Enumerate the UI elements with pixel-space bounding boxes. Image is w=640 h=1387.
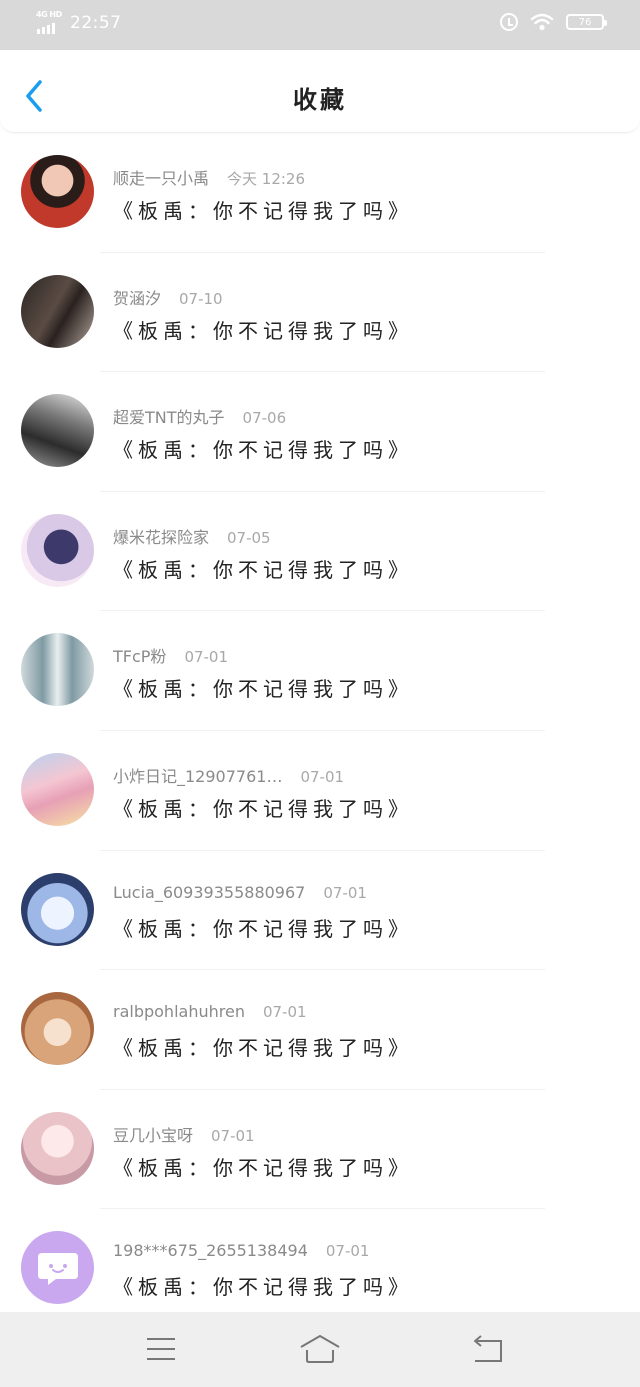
- battery-level: 76: [578, 16, 592, 28]
- wifi-icon: [530, 13, 554, 31]
- user-name[interactable]: 豆几小宝呀: [113, 1126, 193, 1145]
- post-date: 07-06: [242, 409, 287, 428]
- user-name[interactable]: 贺涵汐: [113, 289, 161, 308]
- avatar[interactable]: [21, 992, 94, 1066]
- list-item[interactable]: 豆几小宝呀 07-01 《板禹：你不记得我了吗》: [0, 1090, 640, 1210]
- list-item[interactable]: 198***675_2655138494 07-01 《板禹：你不记得我了吗》: [0, 1209, 640, 1329]
- alarm-icon: [500, 13, 518, 31]
- network-icon: 4G HD: [36, 10, 62, 34]
- post-date: 07-01: [323, 883, 367, 902]
- user-name[interactable]: 198***675_2655138494: [113, 1241, 308, 1260]
- status-bar: 4G HD 22:57 76: [0, 0, 640, 50]
- avatar[interactable]: [21, 155, 94, 228]
- list-item[interactable]: 顺走一只小禹 今天 12:26 《板禹：你不记得我了吗》: [0, 133, 640, 253]
- user-name[interactable]: ralbpohlahuhren: [113, 1002, 245, 1021]
- favorite-title[interactable]: 《板禹：你不记得我了吗》: [113, 315, 413, 344]
- avatar[interactable]: [21, 1111, 94, 1185]
- back-nav-button[interactable]: [467, 1332, 507, 1366]
- list-item[interactable]: 超爱TNT的丸子 07-06 《板禹：你不记得我了吗》: [0, 372, 640, 492]
- list-item[interactable]: TFcP粉 07-01 《板禹：你不记得我了吗》: [0, 611, 640, 731]
- home-icon: [300, 1335, 340, 1363]
- post-date: 07-01: [184, 648, 229, 667]
- list-item[interactable]: ralbpohlahuhren 07-01 《板禹：你不记得我了吗》: [0, 970, 640, 1090]
- avatar[interactable]: [21, 513, 94, 587]
- favorite-title[interactable]: 《板禹：你不记得我了吗》: [113, 793, 413, 822]
- menu-icon: [147, 1338, 175, 1360]
- favorite-title[interactable]: 《板禹：你不记得我了吗》: [113, 554, 413, 583]
- home-button[interactable]: [298, 1332, 342, 1366]
- header-bar: 收藏: [0, 50, 640, 133]
- avatar[interactable]: [21, 1231, 94, 1305]
- favorite-title[interactable]: 《板禹：你不记得我了吗》: [113, 913, 413, 942]
- favorite-title[interactable]: 《板禹：你不记得我了吗》: [113, 434, 413, 463]
- avatar[interactable]: [21, 274, 94, 348]
- post-date: 07-01: [211, 1126, 255, 1145]
- status-time: 22:57: [70, 13, 122, 33]
- avatar[interactable]: [21, 394, 94, 468]
- avatar[interactable]: [21, 872, 94, 946]
- favorites-list: 顺走一只小禹 今天 12:26 《板禹：你不记得我了吗》 贺涵汐 07-10 《板禹…: [0, 133, 640, 1329]
- favorite-title[interactable]: 《板禹：你不记得我了吗》: [113, 1152, 413, 1181]
- list-item[interactable]: 贺涵汐 07-10 《板禹：你不记得我了吗》: [0, 253, 640, 373]
- list-item[interactable]: 爆米花探险家 07-05 《板禹：你不记得我了吗》: [0, 492, 640, 612]
- user-name[interactable]: 小炸日记_12907761…: [113, 767, 282, 786]
- favorite-title[interactable]: 《板禹：你不记得我了吗》: [113, 673, 413, 702]
- favorite-title[interactable]: 《板禹：你不记得我了吗》: [113, 1271, 413, 1300]
- post-date: 07-05: [227, 528, 271, 547]
- favorite-title[interactable]: 《板禹：你不记得我了吗》: [113, 195, 413, 224]
- favorite-title[interactable]: 《板禹：你不记得我了吗》: [113, 1032, 413, 1061]
- back-icon: [474, 1335, 502, 1362]
- page-title: 收藏: [293, 86, 347, 114]
- list-item[interactable]: 小炸日记_12907761… 07-01 《板禹：你不记得我了吗》: [0, 731, 640, 851]
- chat-bubble-icon: [37, 1252, 78, 1285]
- system-nav-bar: [0, 1312, 640, 1387]
- user-name[interactable]: Lucia_60939355880967: [113, 883, 305, 902]
- battery-icon: 76: [566, 14, 607, 30]
- list-item[interactable]: Lucia_60939355880967 07-01 《板禹：你不记得我了吗》: [0, 851, 640, 971]
- menu-button[interactable]: [141, 1332, 181, 1366]
- user-name[interactable]: 超爱TNT的丸子: [113, 408, 225, 427]
- post-date: 07-01: [262, 1003, 307, 1022]
- post-date: 07-01: [300, 767, 345, 786]
- user-name[interactable]: 顺走一只小禹: [113, 169, 209, 188]
- network-label: 4G HD: [36, 10, 62, 19]
- post-date: 07-10: [179, 289, 223, 308]
- post-date: 07-01: [325, 1242, 370, 1261]
- post-date: 今天 12:26: [227, 170, 306, 188]
- user-name[interactable]: TFcP粉: [113, 647, 166, 666]
- avatar[interactable]: [21, 633, 94, 707]
- user-name[interactable]: 爆米花探险家: [113, 528, 209, 547]
- avatar[interactable]: [21, 752, 94, 826]
